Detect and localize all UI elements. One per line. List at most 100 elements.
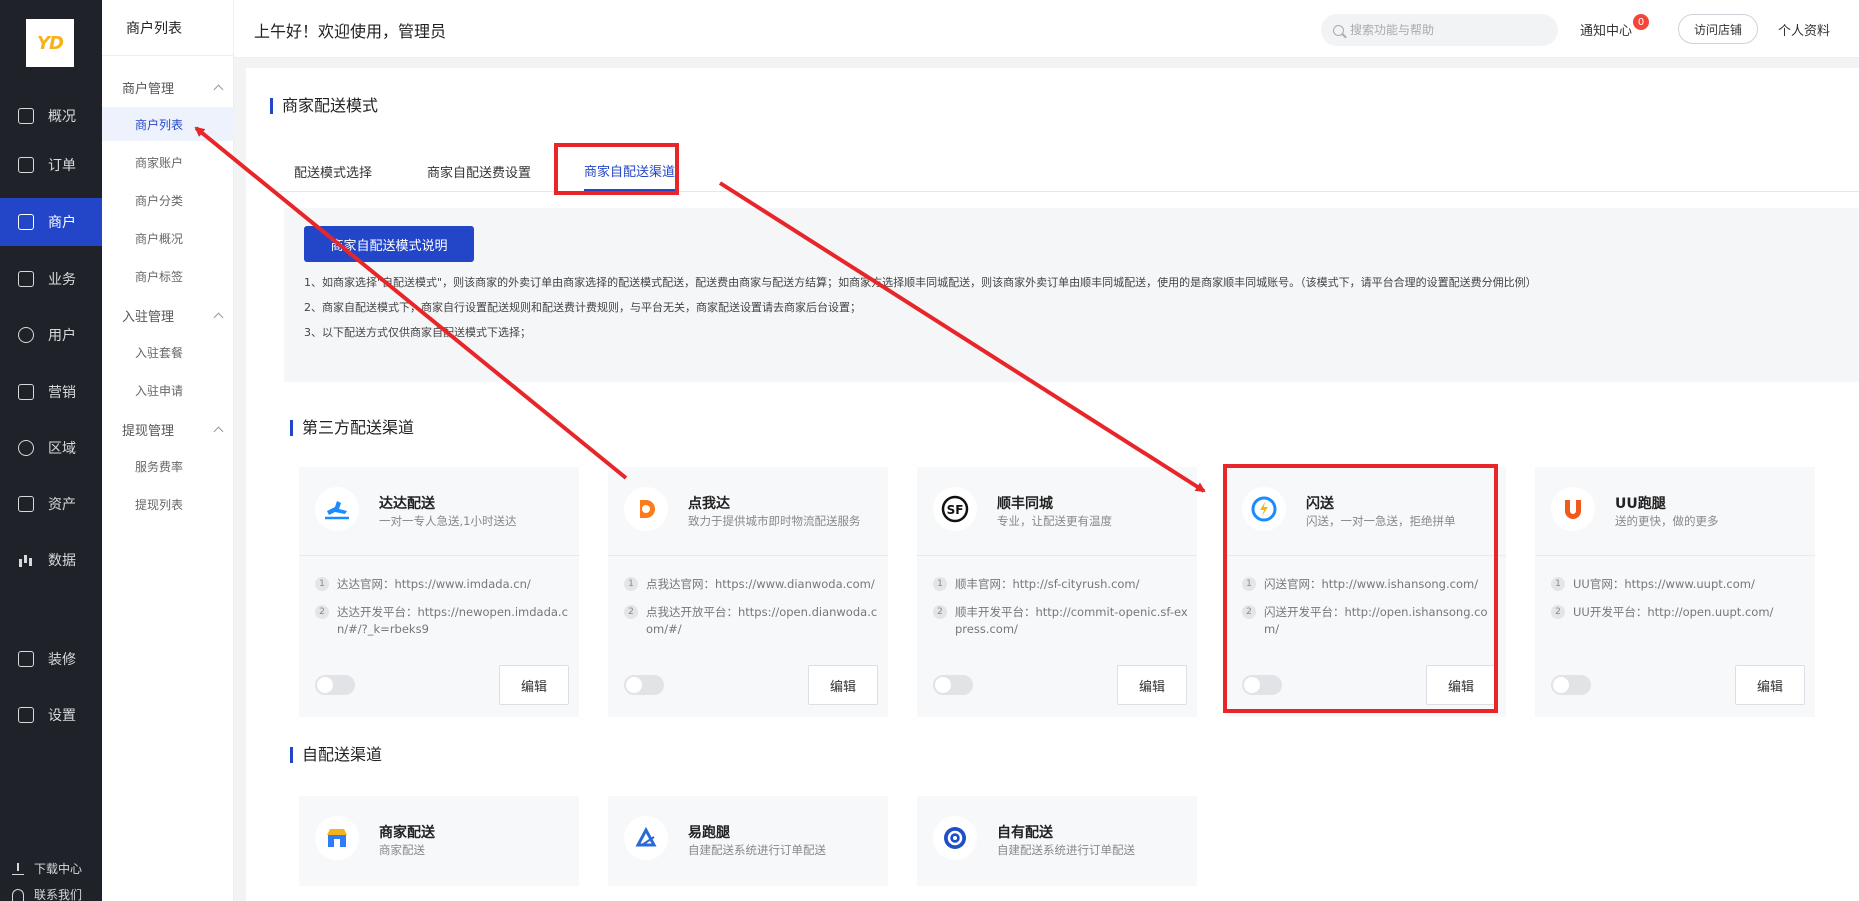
sub-item-merchant-category[interactable]: 商户分类 bbox=[102, 183, 234, 217]
nav-item-settings[interactable]: 设置 bbox=[0, 691, 102, 739]
sub-item-merchant-list[interactable]: 商户列表 bbox=[102, 107, 234, 141]
shansong-logo-icon bbox=[1242, 487, 1286, 531]
edit-button[interactable]: 编辑 bbox=[1735, 665, 1805, 705]
channel-enable-toggle[interactable] bbox=[1551, 675, 1591, 695]
notice-line: 3、以下配送方式仅供商家自配送模式下选择； bbox=[304, 326, 531, 339]
channel-desc: 一对一专人急送,1小时送达 bbox=[379, 514, 517, 528]
edit-button[interactable]: 编辑 bbox=[1426, 665, 1496, 705]
visit-store-button[interactable]: 访问店铺 bbox=[1678, 14, 1758, 44]
sub-item-merchant-account[interactable]: 商家账户 bbox=[102, 145, 234, 179]
nav-item-user[interactable]: 用户 bbox=[0, 311, 102, 359]
sub-item-withdrawal-list[interactable]: 提现列表 bbox=[102, 487, 234, 521]
chevron-up-icon bbox=[213, 312, 224, 323]
search-input[interactable] bbox=[1350, 23, 1540, 37]
channel-desc: 自建配送系统进行订单配送 bbox=[997, 843, 1135, 857]
step-number-1: 1 bbox=[1242, 577, 1256, 591]
greeting-text: 上午好！欢迎使用，管理员 bbox=[254, 22, 447, 41]
card-divider bbox=[1226, 555, 1506, 556]
decorate-icon bbox=[18, 651, 34, 667]
order-icon bbox=[18, 157, 34, 173]
brand-logo[interactable]: YD bbox=[26, 19, 74, 67]
channel-website: 顺丰官网：http://sf-cityrush.com/ bbox=[955, 577, 1140, 591]
marketing-icon bbox=[18, 384, 34, 400]
self-channel-card-merchant: 商家配送 商家配送 bbox=[299, 796, 579, 886]
overview-icon bbox=[18, 108, 34, 124]
channel-enable-toggle[interactable] bbox=[1242, 675, 1282, 695]
channel-card-sf: SF 顺丰同城 专业，让配送更有温度 1 顺丰官网：http://sf-city… bbox=[917, 467, 1197, 717]
sub-item-merchant-overview[interactable]: 商户概况 bbox=[102, 221, 234, 255]
nav-item-marketing[interactable]: 营销 bbox=[0, 368, 102, 416]
channel-info-row: 1 点我达官网：https://www.dianwoda.com/ bbox=[624, 576, 880, 593]
notification-badge: 0 bbox=[1633, 14, 1649, 30]
step-number-2: 2 bbox=[933, 605, 947, 619]
channel-card-shansong: 闪送 闪送，一对一急送，拒绝拼单 1 闪送官网：http://www.ishan… bbox=[1226, 467, 1506, 717]
search-box[interactable] bbox=[1321, 14, 1558, 46]
dianwoda-logo-icon bbox=[624, 487, 668, 531]
svg-text:SF: SF bbox=[947, 503, 964, 517]
sub-sidebar: 商户列表 商户管理 商户列表 商家账户 商户分类 商户概况 商户标签 入驻管理 … bbox=[102, 0, 234, 901]
channel-enable-toggle[interactable] bbox=[933, 675, 973, 695]
tab-self-delivery-channels[interactable]: 商家自配送渠道 bbox=[584, 151, 676, 191]
sub-item-service-fee-rate[interactable]: 服务费率 bbox=[102, 449, 234, 483]
download-center-link[interactable]: 下载中心 bbox=[12, 860, 82, 877]
nav-item-order[interactable]: 订单 bbox=[0, 141, 102, 189]
edit-button[interactable]: 编辑 bbox=[808, 665, 878, 705]
download-icon bbox=[12, 862, 24, 875]
nav-item-merchant[interactable]: 商户 bbox=[0, 198, 102, 246]
page-title: 商家配送模式 bbox=[270, 98, 378, 114]
notice-panel: 商家自配送模式说明 1、如商家选择"自配送模式"，则该商家的外卖订单由商家选择的… bbox=[284, 208, 1859, 382]
profile-link[interactable]: 个人资料 bbox=[1778, 20, 1830, 39]
sub-item-onboarding-applications[interactable]: 入驻申请 bbox=[102, 373, 234, 407]
nav-item-region[interactable]: 区域 bbox=[0, 424, 102, 472]
step-number-2: 2 bbox=[1551, 605, 1565, 619]
headset-icon bbox=[12, 888, 24, 901]
notification-center-link[interactable]: 通知中心 bbox=[1580, 20, 1632, 39]
tab-self-delivery-fee[interactable]: 商家自配送费设置 bbox=[427, 151, 531, 191]
group-withdrawal-management[interactable]: 提现管理 bbox=[122, 420, 224, 439]
channel-desc: 商家配送 bbox=[379, 843, 425, 857]
nav-label: 概况 bbox=[48, 109, 76, 125]
edit-button[interactable]: 编辑 bbox=[499, 665, 569, 705]
region-icon bbox=[18, 440, 34, 456]
channel-name: 易跑腿 bbox=[688, 825, 730, 841]
group-onboarding-management[interactable]: 入驻管理 bbox=[122, 306, 224, 325]
channel-website: 点我达官网：https://www.dianwoda.com/ bbox=[646, 577, 875, 591]
channel-dev-platform: 点我达开放平台：https://open.dianwoda.com/#/ bbox=[646, 605, 878, 636]
tab-mode-select[interactable]: 配送模式选择 bbox=[294, 151, 372, 191]
group-label: 商户管理 bbox=[122, 82, 175, 97]
channel-desc: 专业，让配送更有温度 bbox=[997, 514, 1112, 528]
channel-name: 商家配送 bbox=[379, 825, 435, 841]
main-content: 商家配送模式 配送模式选择 商家自配送费设置 商家自配送渠道 商家自配送模式说明… bbox=[246, 68, 1859, 901]
nav-item-business[interactable]: 业务 bbox=[0, 255, 102, 303]
group-merchant-management[interactable]: 商户管理 bbox=[122, 78, 224, 97]
main-sidebar: YD 概况 订单 商户 业务 用户 营销 区域 资产 数据 装修 设置 下载中心… bbox=[0, 0, 102, 901]
nav-item-data[interactable]: 数据 bbox=[0, 536, 102, 584]
nav-item-asset[interactable]: 资产 bbox=[0, 480, 102, 528]
self-delivery-section-title: 自配送渠道 bbox=[290, 747, 382, 763]
edit-button[interactable]: 编辑 bbox=[1117, 665, 1187, 705]
step-number-1: 1 bbox=[1551, 577, 1565, 591]
channel-enable-toggle[interactable] bbox=[624, 675, 664, 695]
channel-name: 闪送 bbox=[1306, 496, 1334, 512]
mode-explanation-button[interactable]: 商家自配送模式说明 bbox=[304, 226, 474, 262]
channel-name: 顺丰同城 bbox=[997, 496, 1053, 512]
nav-item-overview[interactable]: 概况 bbox=[0, 92, 102, 140]
channel-info-row: 2 达达开发平台：https://newopen.imdada.cn/#/?_k… bbox=[315, 604, 571, 638]
tab-divider bbox=[276, 191, 1859, 192]
notice-line: 1、如商家选择"自配送模式"，则该商家的外卖订单由商家选择的配送模式配送，配送费… bbox=[304, 276, 1537, 289]
uu-logo-icon bbox=[1551, 487, 1595, 531]
nav-label: 用户 bbox=[48, 328, 76, 344]
third-party-section-title: 第三方配送渠道 bbox=[290, 420, 414, 436]
contact-us-link[interactable]: 联系我们 bbox=[12, 886, 82, 901]
chevron-up-icon bbox=[213, 84, 224, 95]
self-channel-card-yipaotui: 易跑腿 自建配送系统进行订单配送 bbox=[608, 796, 888, 886]
download-label: 下载中心 bbox=[34, 862, 83, 876]
shop-logo-icon bbox=[315, 816, 359, 860]
contact-label: 联系我们 bbox=[34, 888, 83, 901]
step-number-1: 1 bbox=[624, 577, 638, 591]
nav-item-decorate[interactable]: 装修 bbox=[0, 635, 102, 683]
channel-website: 达达官网：https://www.imdada.cn/ bbox=[337, 577, 531, 591]
channel-enable-toggle[interactable] bbox=[315, 675, 355, 695]
sub-item-merchant-tags[interactable]: 商户标签 bbox=[102, 259, 234, 293]
sub-item-onboarding-packages[interactable]: 入驻套餐 bbox=[102, 335, 234, 369]
